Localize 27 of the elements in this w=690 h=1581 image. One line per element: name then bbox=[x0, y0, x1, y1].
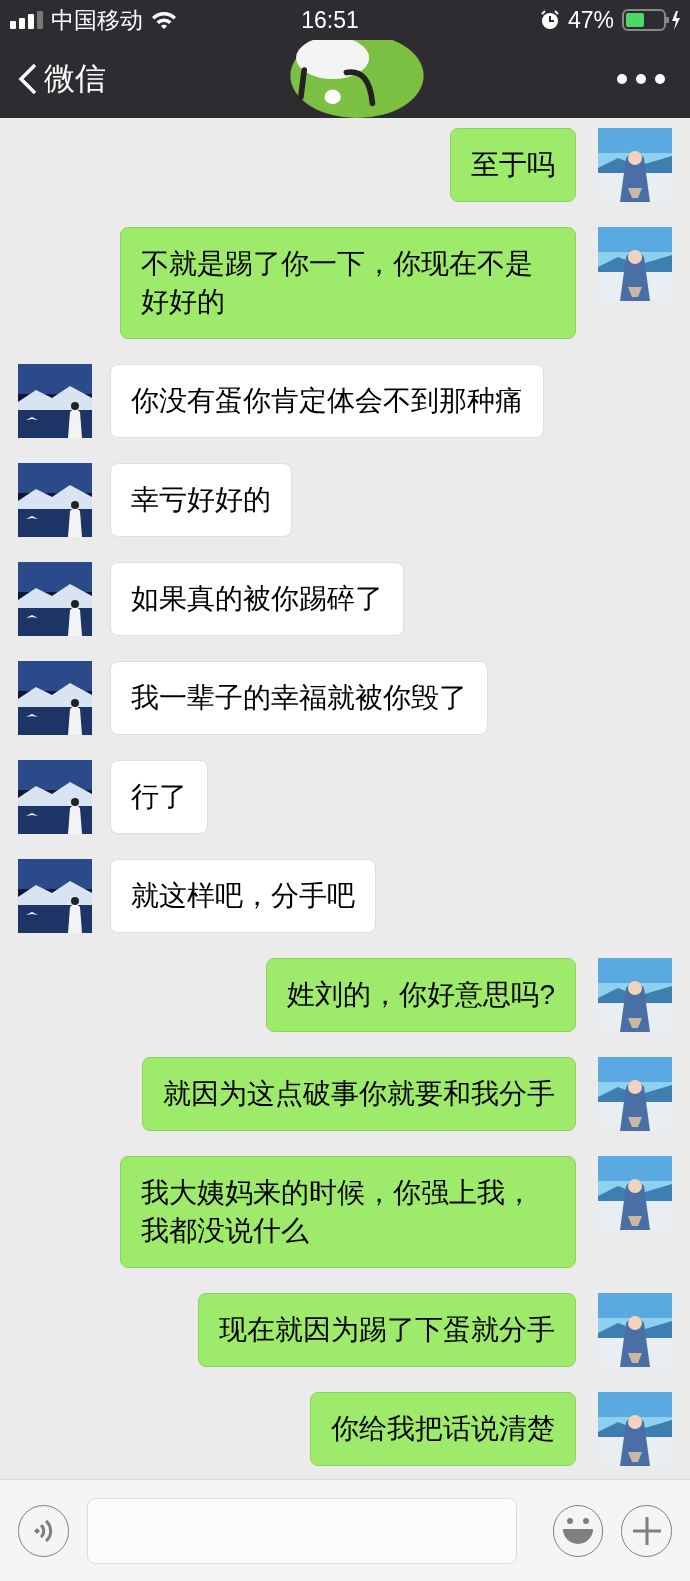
sent-message: 你给我把话说清楚 bbox=[310, 1392, 576, 1466]
received-message: 我一辈子的幸福就被你毁了 bbox=[110, 661, 488, 735]
sent-message: 我大姨妈来的时候，你强上我，我都没说什么 bbox=[120, 1156, 576, 1268]
received-message: 如果真的被你踢碎了 bbox=[110, 562, 404, 636]
back-button[interactable]: 微信 bbox=[18, 55, 106, 103]
sent-message: 至于吗 bbox=[450, 128, 576, 202]
wifi-icon bbox=[151, 10, 177, 30]
smiley-icon bbox=[560, 1515, 596, 1546]
sent-message: 现在就因为踢了下蛋就分手 bbox=[198, 1293, 576, 1367]
more-icon bbox=[616, 73, 666, 85]
received-message: 行了 bbox=[110, 760, 208, 834]
sent-message: 不就是踢了你一下，你现在不是好好的 bbox=[120, 227, 576, 339]
plus-icon bbox=[631, 1515, 662, 1546]
signal-icon bbox=[10, 11, 43, 29]
received-message: 你没有蛋你肯定体会不到那种痛 bbox=[110, 364, 544, 438]
voice-icon bbox=[32, 1517, 55, 1544]
sent-message: 就因为这点破事你就要和我分手 bbox=[142, 1057, 576, 1131]
carrier-name: 中国移动 bbox=[51, 5, 143, 35]
battery-icon bbox=[622, 9, 680, 31]
sent-message: 姓刘的，你好意思吗? bbox=[266, 958, 576, 1032]
alarm-icon bbox=[539, 10, 560, 30]
received-message: 幸亏好好的 bbox=[110, 463, 292, 537]
received-message: 就这样吧，分手吧 bbox=[110, 859, 376, 933]
message-input-field[interactable] bbox=[86, 1497, 517, 1564]
clock-time: 16:51 bbox=[301, 5, 359, 35]
battery-percent: 47% bbox=[567, 5, 614, 35]
back-icon bbox=[18, 63, 38, 95]
